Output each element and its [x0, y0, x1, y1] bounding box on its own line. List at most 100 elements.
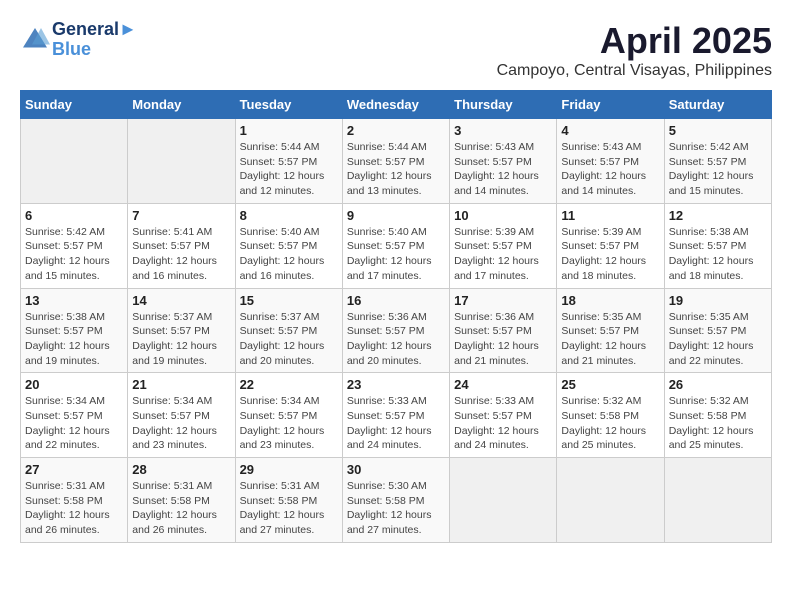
- day-number: 1: [240, 123, 338, 138]
- calendar-cell: 21 Sunrise: 5:34 AM Sunset: 5:57 PM Dayli…: [128, 373, 235, 458]
- day-detail: Sunrise: 5:44 AM Sunset: 5:57 PM Dayligh…: [240, 140, 338, 199]
- calendar-cell: 6 Sunrise: 5:42 AM Sunset: 5:57 PM Daylig…: [21, 203, 128, 288]
- day-number: 5: [669, 123, 767, 138]
- day-detail: Sunrise: 5:36 AM Sunset: 5:57 PM Dayligh…: [347, 310, 445, 369]
- day-detail: Sunrise: 5:37 AM Sunset: 5:57 PM Dayligh…: [240, 310, 338, 369]
- day-number: 18: [561, 293, 659, 308]
- calendar-cell: 11 Sunrise: 5:39 AM Sunset: 5:57 PM Dayli…: [557, 203, 664, 288]
- day-number: 15: [240, 293, 338, 308]
- day-number: 20: [25, 377, 123, 392]
- day-number: 30: [347, 462, 445, 477]
- day-detail: Sunrise: 5:31 AM Sunset: 5:58 PM Dayligh…: [132, 479, 230, 538]
- day-detail: Sunrise: 5:44 AM Sunset: 5:57 PM Dayligh…: [347, 140, 445, 199]
- weekday-header: Saturday: [664, 91, 771, 119]
- day-detail: Sunrise: 5:34 AM Sunset: 5:57 PM Dayligh…: [240, 394, 338, 453]
- calendar-cell: 7 Sunrise: 5:41 AM Sunset: 5:57 PM Daylig…: [128, 203, 235, 288]
- day-detail: Sunrise: 5:34 AM Sunset: 5:57 PM Dayligh…: [25, 394, 123, 453]
- day-detail: Sunrise: 5:43 AM Sunset: 5:57 PM Dayligh…: [454, 140, 552, 199]
- calendar-cell: [664, 458, 771, 543]
- calendar-cell: 20 Sunrise: 5:34 AM Sunset: 5:57 PM Dayli…: [21, 373, 128, 458]
- calendar-cell: 24Sunrise: 5:33 AM Sunset: 5:57 PM Dayli…: [450, 373, 557, 458]
- calendar-cell: 16Sunrise: 5:36 AM Sunset: 5:57 PM Dayli…: [342, 288, 449, 373]
- logo-icon: [20, 25, 50, 55]
- day-number: 21: [132, 377, 230, 392]
- day-detail: Sunrise: 5:42 AM Sunset: 5:57 PM Dayligh…: [669, 140, 767, 199]
- calendar-cell: 19 Sunrise: 5:35 AM Sunset: 5:57 PM Dayli…: [664, 288, 771, 373]
- day-detail: Sunrise: 5:34 AM Sunset: 5:57 PM Dayligh…: [132, 394, 230, 453]
- day-number: 11: [561, 208, 659, 223]
- day-detail: Sunrise: 5:43 AM Sunset: 5:57 PM Dayligh…: [561, 140, 659, 199]
- day-number: 2: [347, 123, 445, 138]
- day-number: 10: [454, 208, 552, 223]
- calendar-week-row: 27 Sunrise: 5:31 AM Sunset: 5:58 PM Dayli…: [21, 458, 772, 543]
- day-number: 13: [25, 293, 123, 308]
- day-number: 4: [561, 123, 659, 138]
- calendar-cell: 8 Sunrise: 5:40 AM Sunset: 5:57 PM Daylig…: [235, 203, 342, 288]
- day-detail: Sunrise: 5:30 AM Sunset: 5:58 PM Dayligh…: [347, 479, 445, 538]
- calendar-cell: 5 Sunrise: 5:42 AM Sunset: 5:57 PM Daylig…: [664, 119, 771, 204]
- day-detail: Sunrise: 5:31 AM Sunset: 5:58 PM Dayligh…: [25, 479, 123, 538]
- day-detail: Sunrise: 5:36 AM Sunset: 5:57 PM Dayligh…: [454, 310, 552, 369]
- title-block: April 2025 Campoyo, Central Visayas, Phi…: [497, 20, 772, 80]
- calendar-week-row: 6 Sunrise: 5:42 AM Sunset: 5:57 PM Daylig…: [21, 203, 772, 288]
- logo-text: General► Blue: [52, 20, 137, 60]
- day-number: 19: [669, 293, 767, 308]
- day-detail: Sunrise: 5:39 AM Sunset: 5:57 PM Dayligh…: [561, 225, 659, 284]
- logo: General► Blue: [20, 20, 137, 60]
- calendar-week-row: 13 Sunrise: 5:38 AM Sunset: 5:57 PM Dayli…: [21, 288, 772, 373]
- calendar-cell: [450, 458, 557, 543]
- calendar-cell: 12Sunrise: 5:38 AM Sunset: 5:57 PM Dayli…: [664, 203, 771, 288]
- day-detail: Sunrise: 5:33 AM Sunset: 5:57 PM Dayligh…: [347, 394, 445, 453]
- calendar-cell: 26 Sunrise: 5:32 AM Sunset: 5:58 PM Dayli…: [664, 373, 771, 458]
- calendar-cell: 15 Sunrise: 5:37 AM Sunset: 5:57 PM Dayli…: [235, 288, 342, 373]
- day-number: 27: [25, 462, 123, 477]
- day-number: 9: [347, 208, 445, 223]
- calendar-cell: 22Sunrise: 5:34 AM Sunset: 5:57 PM Dayli…: [235, 373, 342, 458]
- day-number: 24: [454, 377, 552, 392]
- calendar-cell: 2 Sunrise: 5:44 AM Sunset: 5:57 PM Daylig…: [342, 119, 449, 204]
- calendar-cell: 18 Sunrise: 5:35 AM Sunset: 5:57 PM Dayli…: [557, 288, 664, 373]
- day-number: 8: [240, 208, 338, 223]
- day-number: 14: [132, 293, 230, 308]
- calendar-cell: 10 Sunrise: 5:39 AM Sunset: 5:57 PM Dayli…: [450, 203, 557, 288]
- calendar-week-row: 20 Sunrise: 5:34 AM Sunset: 5:57 PM Dayli…: [21, 373, 772, 458]
- calendar-week-row: 1 Sunrise: 5:44 AM Sunset: 5:57 PM Daylig…: [21, 119, 772, 204]
- day-detail: Sunrise: 5:38 AM Sunset: 5:57 PM Dayligh…: [25, 310, 123, 369]
- day-number: 26: [669, 377, 767, 392]
- day-detail: Sunrise: 5:40 AM Sunset: 5:57 PM Dayligh…: [240, 225, 338, 284]
- day-detail: Sunrise: 5:31 AM Sunset: 5:58 PM Dayligh…: [240, 479, 338, 538]
- calendar-cell: 13 Sunrise: 5:38 AM Sunset: 5:57 PM Dayli…: [21, 288, 128, 373]
- day-number: 17: [454, 293, 552, 308]
- day-number: 25: [561, 377, 659, 392]
- calendar-cell: [128, 119, 235, 204]
- day-detail: Sunrise: 5:35 AM Sunset: 5:57 PM Dayligh…: [669, 310, 767, 369]
- calendar-cell: 4 Sunrise: 5:43 AM Sunset: 5:57 PM Daylig…: [557, 119, 664, 204]
- day-detail: Sunrise: 5:42 AM Sunset: 5:57 PM Dayligh…: [25, 225, 123, 284]
- day-number: 29: [240, 462, 338, 477]
- day-detail: Sunrise: 5:41 AM Sunset: 5:57 PM Dayligh…: [132, 225, 230, 284]
- calendar-cell: 28 Sunrise: 5:31 AM Sunset: 5:58 PM Dayli…: [128, 458, 235, 543]
- calendar-cell: 17 Sunrise: 5:36 AM Sunset: 5:57 PM Dayli…: [450, 288, 557, 373]
- day-number: 28: [132, 462, 230, 477]
- location-title: Campoyo, Central Visayas, Philippines: [497, 62, 772, 80]
- day-number: 3: [454, 123, 552, 138]
- day-number: 23: [347, 377, 445, 392]
- calendar-cell: 25Sunrise: 5:32 AM Sunset: 5:58 PM Dayli…: [557, 373, 664, 458]
- day-number: 7: [132, 208, 230, 223]
- weekday-header: Tuesday: [235, 91, 342, 119]
- day-number: 12: [669, 208, 767, 223]
- day-detail: Sunrise: 5:35 AM Sunset: 5:57 PM Dayligh…: [561, 310, 659, 369]
- month-title: April 2025: [497, 20, 772, 62]
- day-detail: Sunrise: 5:37 AM Sunset: 5:57 PM Dayligh…: [132, 310, 230, 369]
- day-detail: Sunrise: 5:39 AM Sunset: 5:57 PM Dayligh…: [454, 225, 552, 284]
- day-detail: Sunrise: 5:32 AM Sunset: 5:58 PM Dayligh…: [669, 394, 767, 453]
- day-number: 6: [25, 208, 123, 223]
- day-detail: Sunrise: 5:40 AM Sunset: 5:57 PM Dayligh…: [347, 225, 445, 284]
- calendar-cell: [557, 458, 664, 543]
- calendar-cell: 30 Sunrise: 5:30 AM Sunset: 5:58 PM Dayli…: [342, 458, 449, 543]
- weekday-header: Thursday: [450, 91, 557, 119]
- calendar-cell: 3 Sunrise: 5:43 AM Sunset: 5:57 PM Daylig…: [450, 119, 557, 204]
- calendar-cell: 9 Sunrise: 5:40 AM Sunset: 5:57 PM Daylig…: [342, 203, 449, 288]
- weekday-header-row: SundayMondayTuesdayWednesdayThursdayFrid…: [21, 91, 772, 119]
- calendar-cell: 29 Sunrise: 5:31 AM Sunset: 5:58 PM Dayli…: [235, 458, 342, 543]
